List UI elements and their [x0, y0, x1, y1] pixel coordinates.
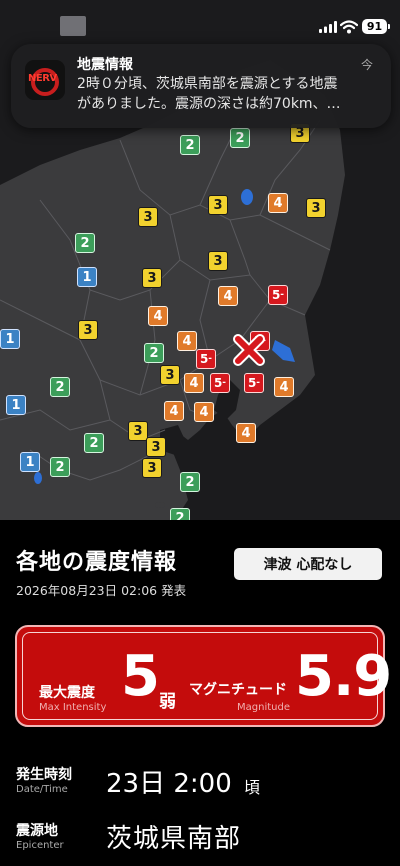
- intensity-pin[interactable]: 3: [142, 458, 162, 478]
- intensity-pin[interactable]: 4: [194, 402, 214, 422]
- intensity-pin[interactable]: 1: [6, 395, 26, 415]
- max-intensity-suffix: 弱: [159, 692, 176, 712]
- magnitude-value: 5.9: [295, 644, 392, 709]
- issued-timestamp: 2026年08月23日 02:06 発表: [16, 583, 187, 598]
- intensity-pin[interactable]: 3: [138, 207, 158, 227]
- notification-time: 今: [360, 58, 373, 72]
- status-time-blurred: [60, 16, 86, 36]
- page-title: 各地の震度情報: [16, 550, 178, 575]
- intensity-pin[interactable]: 4: [164, 401, 184, 421]
- intensity-pin[interactable]: 3: [142, 268, 162, 288]
- status-bar: 91: [0, 0, 400, 40]
- max-intensity-label: 最大震度: [39, 685, 95, 701]
- intensity-pin[interactable]: 2: [170, 508, 190, 520]
- intensity-pin[interactable]: 3: [208, 195, 228, 215]
- intensity-pin[interactable]: 5-: [196, 349, 216, 369]
- intensity-pin[interactable]: 4: [177, 331, 197, 351]
- intensity-pin[interactable]: 2: [75, 233, 95, 253]
- intensity-pin[interactable]: 4: [268, 193, 288, 213]
- intensity-pin[interactable]: 2: [180, 135, 200, 155]
- intensity-pin[interactable]: 4: [218, 286, 238, 306]
- time-label-en: Date/Time: [16, 784, 68, 795]
- intensity-pin[interactable]: 1: [0, 329, 20, 349]
- tsunami-status-button[interactable]: 津波 心配なし: [234, 548, 382, 580]
- intensity-pin[interactable]: 5-: [210, 373, 230, 393]
- intensity-pin[interactable]: 2: [84, 433, 104, 453]
- intensity-pin[interactable]: 2: [180, 472, 200, 492]
- max-intensity-value: 5: [121, 644, 160, 709]
- intensity-pin[interactable]: 2: [230, 128, 250, 148]
- intensity-pin[interactable]: 3: [160, 365, 180, 385]
- signal-icon: [319, 21, 337, 33]
- intensity-pin[interactable]: 1: [77, 267, 97, 287]
- time-label: 発生時刻: [16, 767, 72, 783]
- epicenter-label: 震源地: [16, 823, 58, 839]
- intensity-pin[interactable]: 3: [306, 198, 326, 218]
- intensity-pin[interactable]: 5-: [244, 373, 264, 393]
- intensity-pin[interactable]: 3: [146, 437, 166, 457]
- intensity-pin[interactable]: 2: [144, 343, 164, 363]
- max-intensity-label-en: Max Intensity: [39, 702, 107, 713]
- intensity-pin[interactable]: 4: [148, 306, 168, 326]
- notification-body: 2時０分頃、茨城県南部を震源とする地震 がありました。震源の深さは約70km、…: [77, 76, 341, 112]
- notification-banner[interactable]: NERV 地震情報 今 2時０分頃、茨城県南部を震源とする地震 がありました。震…: [11, 44, 391, 128]
- time-suffix: 頃: [244, 778, 261, 797]
- intensity-pin[interactable]: 3: [208, 251, 228, 271]
- battery-icon: 91: [362, 19, 390, 34]
- intensity-pin[interactable]: 5-: [268, 285, 288, 305]
- notification-title: 地震情報: [77, 57, 133, 73]
- intensity-pin[interactable]: 4: [236, 423, 256, 443]
- intensity-pin[interactable]: 1: [20, 452, 40, 472]
- wifi-icon: [340, 20, 358, 34]
- nerv-app-icon: NERV: [25, 60, 65, 100]
- intensity-pin[interactable]: 3: [78, 320, 98, 340]
- intensity-pin[interactable]: 4: [274, 377, 294, 397]
- magnitude-label-en: Magnitude: [237, 702, 290, 713]
- intensity-pin[interactable]: 3: [128, 421, 148, 441]
- time-value: 23日 2:00: [106, 769, 232, 799]
- intensity-pin[interactable]: 2: [50, 457, 70, 477]
- epicenter-x-icon: [233, 334, 265, 366]
- epicenter-label-en: Epicenter: [16, 840, 64, 851]
- epicenter-value: 茨城県南部: [106, 824, 242, 854]
- info-panel: 各地の震度情報 2026年08月23日 02:06 発表 津波 心配なし 最大震…: [0, 520, 400, 866]
- intensity-pin[interactable]: 2: [50, 377, 70, 397]
- max-intensity-card: 最大震度 Max Intensity 5 弱 マグニチュード Magnitude…: [15, 625, 392, 727]
- magnitude-label: マグニチュード: [189, 682, 287, 698]
- intensity-pin[interactable]: 4: [184, 373, 204, 393]
